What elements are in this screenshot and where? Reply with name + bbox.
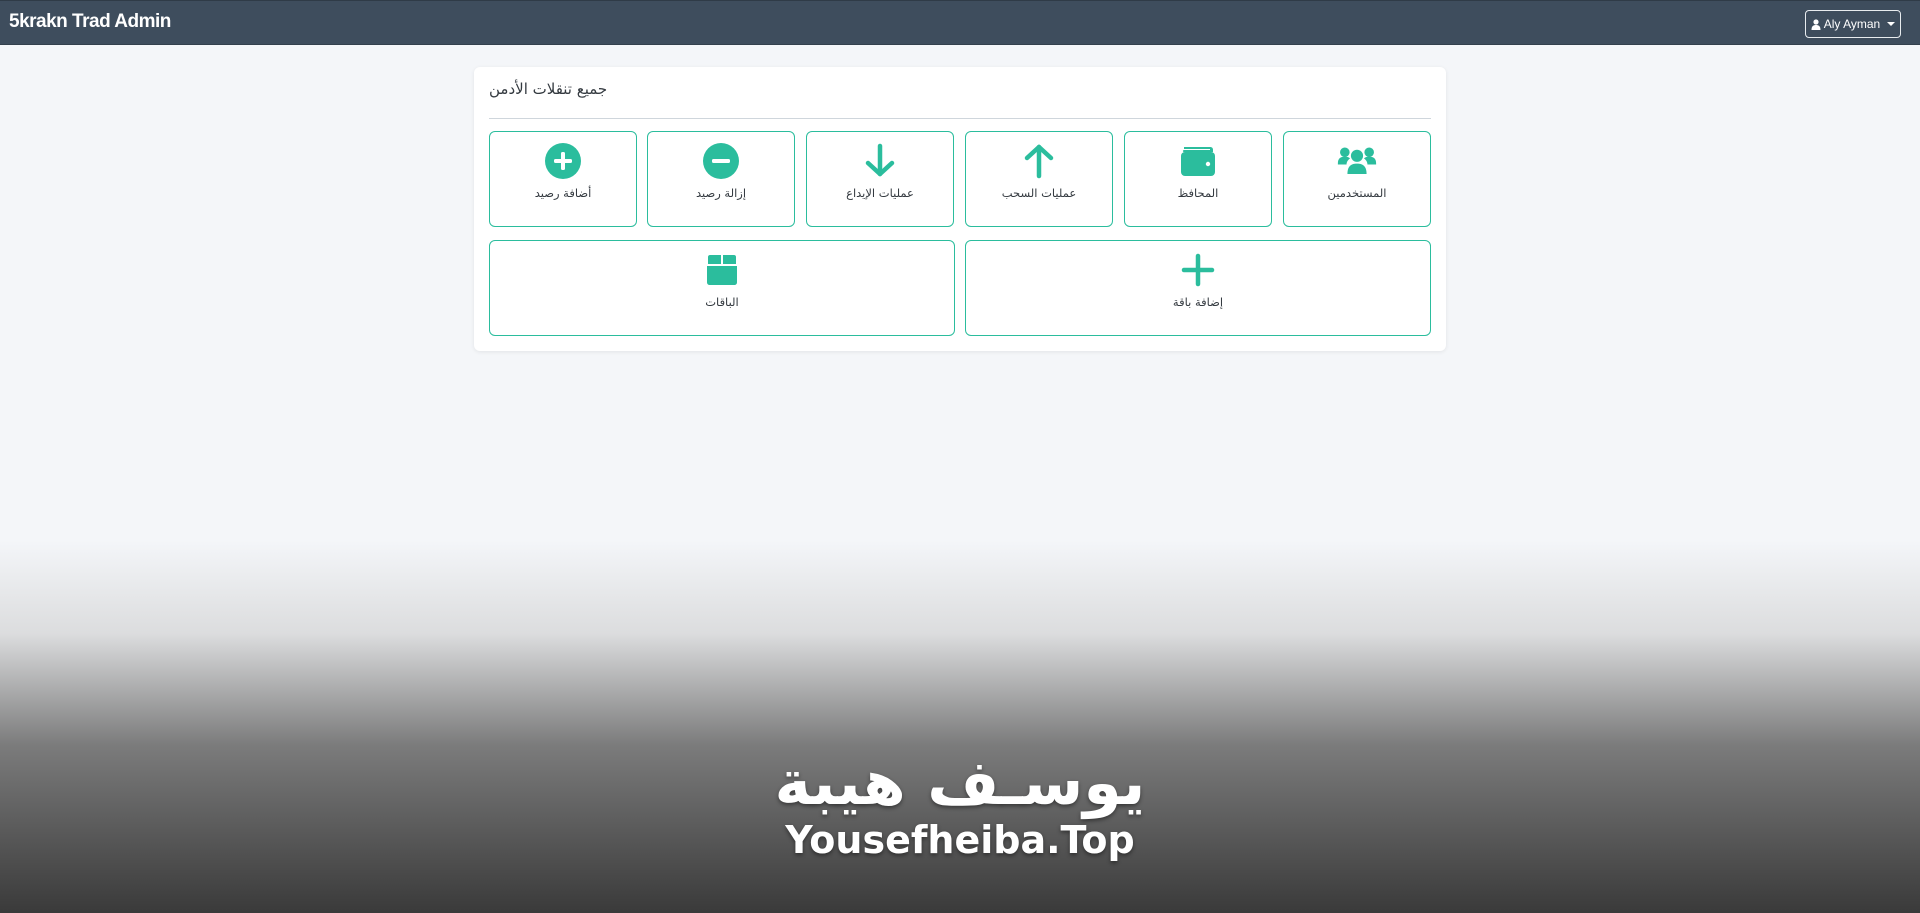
users-icon	[1337, 142, 1377, 180]
brand-title[interactable]: 5krakn Trad Admin	[9, 11, 171, 33]
tile-users[interactable]: المستخدمين	[1283, 131, 1431, 227]
watermark-arabic-text: يوسـف هيبة	[774, 746, 1146, 819]
minus-circle-icon	[701, 142, 741, 180]
chevron-down-icon	[1887, 22, 1896, 26]
plus-circle-icon	[543, 142, 583, 180]
tile-deposits[interactable]: عمليات الإيداع	[806, 131, 954, 227]
top-navbar: 5krakn Trad Admin Aly Ayman	[0, 0, 1920, 45]
admin-navigation-card: جميع تنقلات الأدمن المستخدمين المحافظ عم…	[474, 67, 1446, 351]
arrow-up-icon	[1019, 142, 1059, 180]
card-divider	[489, 118, 1431, 119]
wallet-icon	[1178, 142, 1218, 180]
user-menu-button[interactable]: Aly Ayman	[1805, 10, 1901, 38]
tile-packages[interactable]: الباقات	[489, 240, 955, 336]
tile-remove-balance[interactable]: إزالة رصيد	[647, 131, 795, 227]
tile-remove-balance-label: إزالة رصيد	[695, 186, 747, 200]
tile-packages-label: الباقات	[705, 295, 739, 309]
tile-deposits-label: عمليات الإيداع	[846, 186, 914, 200]
tile-withdrawals[interactable]: عمليات السحب	[965, 131, 1113, 227]
tile-wallets-label: المحافظ	[1177, 186, 1219, 200]
plus-icon	[1178, 251, 1218, 289]
card-title: جميع تنقلات الأدمن	[489, 80, 608, 98]
tile-add-balance-label: أضافة رصيد	[534, 186, 592, 200]
arrow-down-icon	[860, 142, 900, 180]
tile-add-package[interactable]: إضافة باقة	[965, 240, 1431, 336]
tile-withdrawals-label: عمليات السحب	[1001, 186, 1077, 200]
user-name-label: Aly Ayman	[1823, 17, 1881, 31]
watermark-latin-text: Yousefheiba.Top	[785, 818, 1135, 862]
tile-add-balance[interactable]: أضافة رصيد	[489, 131, 637, 227]
user-icon	[1811, 18, 1821, 30]
tile-wallets[interactable]: المحافظ	[1124, 131, 1272, 227]
tile-users-label: المستخدمين	[1327, 186, 1387, 200]
box-icon	[702, 251, 742, 289]
tile-add-package-label: إضافة باقة	[1172, 295, 1224, 309]
